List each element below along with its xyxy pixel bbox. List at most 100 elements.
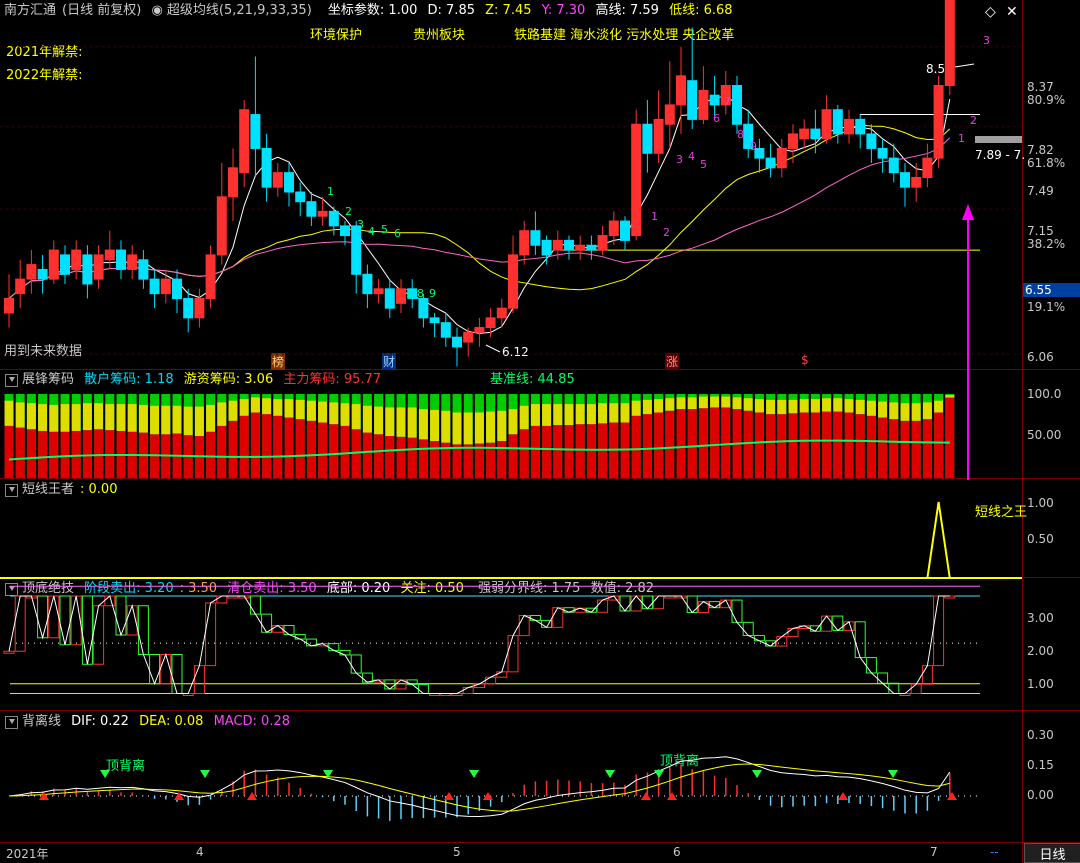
topbottom-step xyxy=(653,595,665,610)
chip-hot-bar xyxy=(4,400,14,426)
chip-hot-bar xyxy=(508,409,518,435)
candle-body xyxy=(48,249,59,280)
topbottom-step xyxy=(933,595,945,667)
chip-hot-bar xyxy=(866,400,876,416)
candle-body xyxy=(306,201,317,217)
chip-hot-bar xyxy=(161,405,171,435)
chip-main-bar xyxy=(407,437,417,478)
chip-hot-bar xyxy=(351,404,361,430)
sequence-number: 1 xyxy=(327,185,334,198)
macd-down-arrow xyxy=(200,770,210,778)
chip-main-bar xyxy=(900,420,910,478)
chip-hot-bar xyxy=(900,403,910,421)
chip-hot-bar xyxy=(598,403,608,424)
chip-hot-bar xyxy=(710,396,720,408)
macd-down-arrow xyxy=(654,770,664,778)
candle-body xyxy=(127,254,138,270)
sequence-number: 8 xyxy=(737,128,744,141)
topbottom-step xyxy=(350,654,362,674)
chip-main-bar xyxy=(654,412,664,478)
chip-hot-bar xyxy=(642,399,652,415)
sequence-number: 2 xyxy=(970,114,977,127)
candle-body xyxy=(541,239,552,256)
topbottom-step xyxy=(417,683,429,695)
chip-hot-bar xyxy=(82,403,92,431)
candle-body xyxy=(440,322,451,338)
chip-main-bar xyxy=(4,425,14,478)
candle-body xyxy=(508,254,518,309)
chip-main-bar xyxy=(833,411,843,478)
candle-body xyxy=(340,225,350,237)
chip-main-bar xyxy=(855,414,865,478)
chip-main-bar xyxy=(642,414,652,478)
topbottom-step xyxy=(865,657,877,674)
chip-hot-bar xyxy=(150,405,160,435)
chip-main-bar xyxy=(340,425,350,478)
topbottom-step xyxy=(261,613,273,633)
chip-hot-bar xyxy=(687,397,697,410)
chip-main-bar xyxy=(799,412,809,478)
sequence-number: 4 xyxy=(688,150,695,163)
candle-body xyxy=(71,249,82,270)
chip-hot-bar xyxy=(407,407,417,438)
chip-hot-bar xyxy=(239,399,249,416)
candle-body xyxy=(183,297,194,319)
chip-hot-bar xyxy=(934,400,944,413)
chip-hot-bar xyxy=(228,400,238,421)
candle-body xyxy=(93,254,104,280)
topbottom-step xyxy=(731,599,743,623)
chip-hot-bar xyxy=(60,404,70,432)
macd-up-arrow xyxy=(641,792,651,800)
chip-main-bar xyxy=(530,425,540,478)
topbottom-step xyxy=(641,595,653,610)
chip-hot-bar xyxy=(519,405,529,430)
chip-hot-bar xyxy=(889,402,899,420)
candle-body xyxy=(642,123,653,154)
topbottom-step xyxy=(529,615,541,621)
topbottom-step xyxy=(742,621,754,637)
candle-body xyxy=(586,244,597,251)
chip-main-bar xyxy=(777,414,787,478)
chip-hot-bar xyxy=(766,399,776,415)
chip-main-bar xyxy=(934,412,944,478)
topbottom-step xyxy=(93,605,105,665)
candle-body xyxy=(776,147,787,169)
ma-line xyxy=(8,137,951,299)
candle-body xyxy=(104,249,115,261)
topbottom-step xyxy=(137,605,149,655)
topbottom-step xyxy=(776,636,788,647)
candle-body xyxy=(216,196,227,256)
topbottom-step xyxy=(160,654,172,685)
candle-body xyxy=(844,118,854,135)
chip-main-bar xyxy=(754,412,764,478)
sequence-number: 1 xyxy=(958,132,965,145)
chip-hot-bar xyxy=(810,399,820,413)
sequence-number: 6 xyxy=(713,112,720,125)
chip-hot-bar xyxy=(340,403,350,426)
chip-hot-bar xyxy=(631,400,641,416)
chip-main-bar xyxy=(766,414,776,478)
chip-main-bar xyxy=(273,415,283,478)
macd-down-arrow xyxy=(100,770,110,778)
candle-body xyxy=(597,235,608,251)
topbottom-step xyxy=(216,595,228,604)
sequence-number: 3 xyxy=(676,153,683,166)
chip-hot-bar xyxy=(833,398,843,412)
sequence-number: 2 xyxy=(345,205,352,218)
candle-body xyxy=(429,317,440,324)
chip-main-bar xyxy=(922,419,932,478)
chip-hot-bar xyxy=(530,404,540,426)
chip-main-bar xyxy=(250,412,260,478)
chip-hot-bar xyxy=(127,404,137,432)
topbottom-step xyxy=(619,595,631,612)
chip-hot-bar xyxy=(822,398,832,412)
sequence-number: 1 xyxy=(651,210,658,223)
candle-body xyxy=(552,239,563,251)
chip-main-bar xyxy=(788,413,798,478)
candle-body xyxy=(944,0,955,87)
chip-main-bar xyxy=(866,415,876,478)
buy-signal-arrow xyxy=(962,204,974,220)
topbottom-step xyxy=(686,595,698,614)
chip-main-bar xyxy=(228,420,238,478)
candle-body xyxy=(709,94,720,106)
